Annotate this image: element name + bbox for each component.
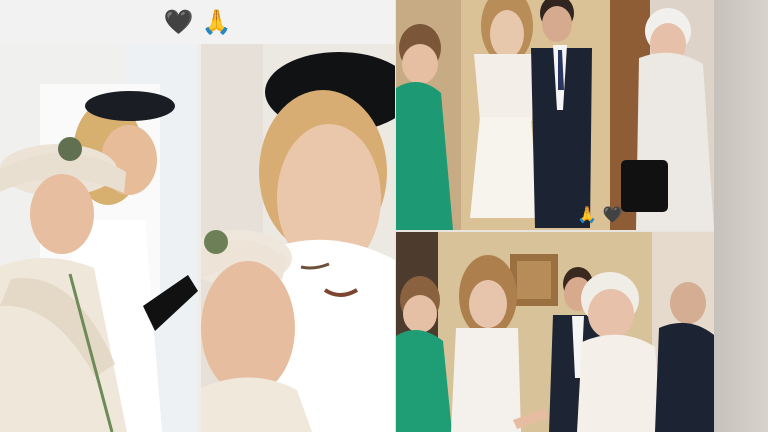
black-heart-icon: 🖤 (163, 8, 194, 36)
praying-hands-icon: 🙏 (577, 205, 597, 224)
photo-top-right (396, 0, 714, 230)
emoji-caption-bar: 🖤 🙏 (0, 0, 395, 44)
inline-emoji-overlay: 🙏 🖤 (577, 207, 623, 223)
photo-bottom-right-art (396, 232, 714, 432)
photo-top-right-art (396, 0, 714, 230)
left-story-panel: 🖤 🙏 (0, 0, 395, 432)
photo-center-closeup (201, 44, 395, 432)
right-edge-strip (714, 0, 768, 432)
photo-left-wide (0, 44, 198, 432)
photo-bottom-right (396, 232, 714, 432)
black-heart-icon: 🖤 (602, 205, 623, 224)
praying-hands-icon: 🙏 (201, 8, 232, 36)
photo-center-closeup-art (201, 44, 395, 432)
photo-left-wide-art (0, 44, 198, 432)
